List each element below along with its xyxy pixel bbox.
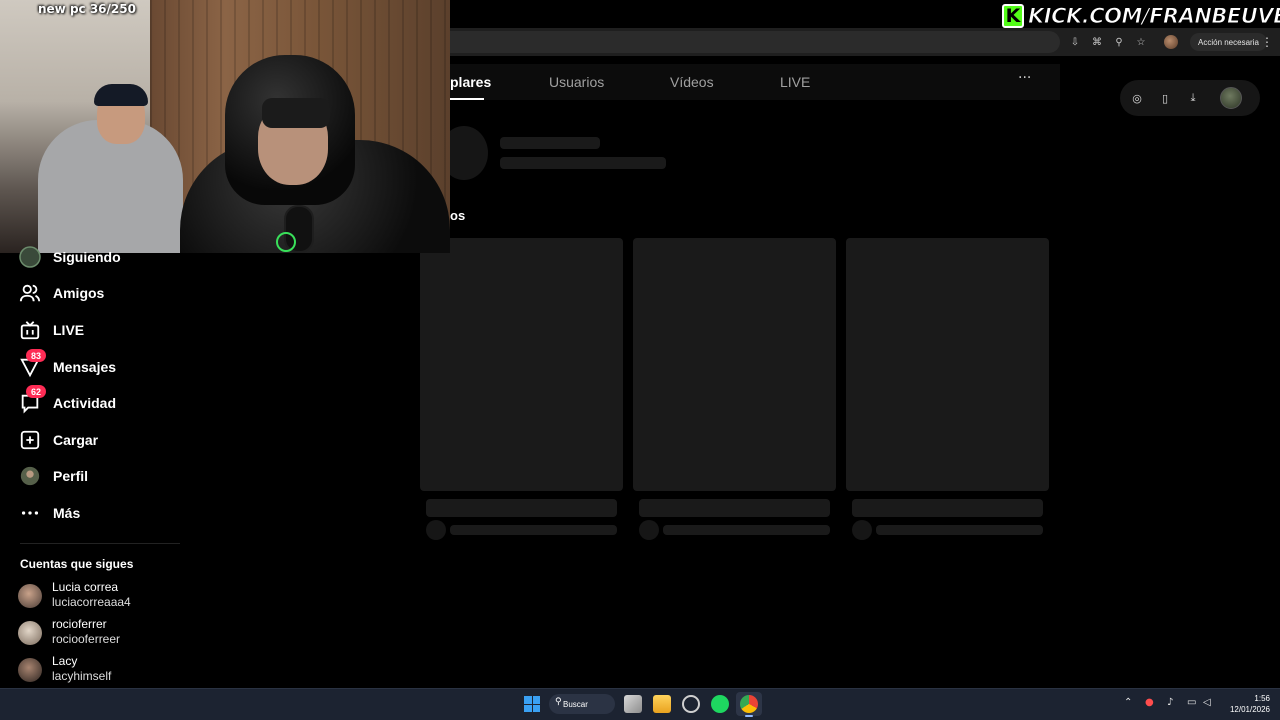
taskbar-search[interactable]: ⚲ Buscar bbox=[549, 694, 615, 714]
avatar bbox=[18, 621, 42, 645]
skeleton-line bbox=[663, 525, 830, 535]
sidebar-item-friends[interactable]: Amigos bbox=[18, 281, 104, 305]
clock-date: 12/01/2026 bbox=[1229, 705, 1270, 714]
webcam-overlay: new pc 36/250 bbox=[0, 0, 450, 253]
messages-badge: 83 bbox=[26, 349, 46, 362]
skeleton-line bbox=[639, 499, 830, 517]
skeleton-video-card bbox=[846, 238, 1049, 491]
sidebar-item-label: LIVE bbox=[53, 322, 85, 338]
section-heading: os bbox=[450, 208, 466, 223]
sidebar-item-upload[interactable]: Cargar bbox=[18, 428, 98, 452]
tab-live[interactable]: LIVE bbox=[780, 74, 810, 90]
spotify-icon[interactable] bbox=[711, 695, 729, 713]
skeleton-line bbox=[500, 137, 600, 149]
skeleton-avatar bbox=[852, 520, 872, 540]
sidebar-item-label: Mensajes bbox=[53, 359, 117, 375]
app-icon[interactable] bbox=[682, 695, 700, 713]
skeleton-video-card bbox=[633, 238, 836, 491]
clock-time: 1:56 bbox=[1254, 694, 1270, 703]
following-accounts-title: Cuentas que sigues bbox=[20, 557, 134, 571]
sidebar-item-following[interactable]: Siguiendo bbox=[18, 245, 121, 269]
following-avatar-icon bbox=[18, 245, 42, 269]
task-view-icon[interactable] bbox=[624, 695, 642, 713]
activity-icon: 62 bbox=[18, 385, 46, 415]
file-explorer-icon[interactable] bbox=[653, 695, 671, 713]
account-name: rocioferrer bbox=[52, 617, 107, 631]
friends-icon bbox=[18, 281, 42, 305]
skeleton-video-card bbox=[420, 238, 623, 491]
skeleton-avatar bbox=[426, 520, 446, 540]
browser-toolbar-icons: ⇩ ⌘ ⚲ ☆ bbox=[1068, 31, 1178, 53]
address-bar[interactable] bbox=[450, 31, 1060, 53]
volume-icon[interactable]: ◁ bbox=[1203, 697, 1211, 708]
sidebar-item-label: Perfil bbox=[53, 468, 89, 484]
account-name: Lucia correa bbox=[52, 580, 119, 594]
network-icon[interactable]: ▭ bbox=[1187, 697, 1196, 708]
mobile-app-icon[interactable]: ▯ bbox=[1158, 91, 1172, 105]
sidebar-item-label: Amigos bbox=[53, 285, 105, 301]
tab-top[interactable]: plares bbox=[450, 74, 491, 90]
translate-icon[interactable]: ⌘ bbox=[1090, 35, 1104, 49]
profile-avatar-icon[interactable] bbox=[1164, 35, 1178, 49]
floating-toolbar: ◎ ▯ ⤓ bbox=[1120, 80, 1260, 116]
kick-banner-text: KICK.COM/FRANBEUVE bbox=[1028, 4, 1280, 29]
skeleton-line bbox=[876, 525, 1043, 535]
sidebar-item-more[interactable]: Más bbox=[18, 501, 80, 525]
browser-menu-icon[interactable]: ⋮ bbox=[1261, 33, 1273, 51]
tab-videos[interactable]: Vídeos bbox=[670, 74, 714, 90]
download-icon[interactable]: ⤓ bbox=[1186, 91, 1200, 105]
sidebar-item-label: Siguiendo bbox=[53, 249, 121, 265]
active-app-indicator bbox=[745, 715, 753, 717]
skeleton-line bbox=[450, 525, 617, 535]
account-handle: lacyhimself bbox=[52, 669, 112, 683]
activity-badge: 62 bbox=[26, 385, 46, 398]
avatar bbox=[18, 658, 42, 682]
bookmark-star-icon[interactable]: ☆ bbox=[1134, 35, 1148, 49]
webcam-person-left-cap bbox=[94, 84, 148, 106]
account-handle: luciacorreaaa4 bbox=[52, 595, 131, 609]
webcam-person-right-beanie bbox=[262, 98, 330, 128]
taskbar-search-label: Buscar bbox=[563, 699, 588, 709]
sidebar-item-profile[interactable]: Perfil bbox=[18, 464, 88, 488]
sidebar-item-activity[interactable]: 62 Actividad bbox=[18, 385, 116, 415]
search-tabs: plares Usuarios Vídeos LIVE bbox=[450, 64, 1060, 100]
skeleton-avatar bbox=[639, 520, 659, 540]
tab-users[interactable]: Usuarios bbox=[549, 74, 604, 90]
microphone-icon[interactable]: ♪ bbox=[1167, 697, 1173, 708]
sidebar-item-label: Más bbox=[53, 505, 81, 521]
taskbar-clock[interactable]: 1:56 12/01/2026 bbox=[1224, 693, 1270, 715]
search-icon: ⚲ bbox=[555, 697, 562, 707]
kick-logo-icon: K bbox=[1002, 4, 1024, 28]
sidebar-divider bbox=[20, 543, 180, 544]
kick-stream-banner: K KICK.COM/FRANBEUVE bbox=[1002, 3, 1280, 29]
skeleton-line bbox=[500, 157, 666, 169]
microphone-led bbox=[276, 232, 296, 252]
live-tv-icon bbox=[18, 318, 42, 342]
avatar bbox=[18, 584, 42, 608]
sidebar-item-messages[interactable]: 83 Mensajes bbox=[18, 349, 116, 379]
tray-app-icon[interactable]: ● bbox=[1145, 697, 1154, 708]
sidebar-item-live[interactable]: LIVE bbox=[18, 318, 84, 342]
tray-overflow-icon[interactable]: ⌃ bbox=[1124, 697, 1132, 708]
upload-plus-icon bbox=[18, 428, 42, 452]
sidebar-item-label: Actividad bbox=[53, 395, 117, 411]
tabs-more-icon[interactable]: ··· bbox=[1018, 70, 1031, 86]
skeleton-line bbox=[426, 499, 617, 517]
stream-caption: new pc 36/250 bbox=[38, 2, 136, 16]
user-avatar[interactable] bbox=[1220, 87, 1242, 109]
install-app-icon[interactable]: ⇩ bbox=[1068, 35, 1082, 49]
skeleton-line bbox=[852, 499, 1043, 517]
action-required-button[interactable]: Acción necesaria bbox=[1190, 33, 1267, 51]
windows-start-icon[interactable] bbox=[524, 696, 540, 712]
messages-icon: 83 bbox=[18, 349, 46, 379]
account-name: Lacy bbox=[52, 654, 78, 668]
coins-icon[interactable]: ◎ bbox=[1130, 91, 1144, 105]
zoom-icon[interactable]: ⚲ bbox=[1112, 35, 1126, 49]
sidebar-item-label: Cargar bbox=[53, 432, 99, 448]
profile-avatar-icon bbox=[18, 464, 42, 488]
more-dots-icon bbox=[18, 501, 42, 525]
account-handle: rociooferreer bbox=[52, 632, 121, 646]
active-tab-indicator bbox=[450, 98, 484, 100]
chrome-icon[interactable] bbox=[740, 695, 758, 713]
